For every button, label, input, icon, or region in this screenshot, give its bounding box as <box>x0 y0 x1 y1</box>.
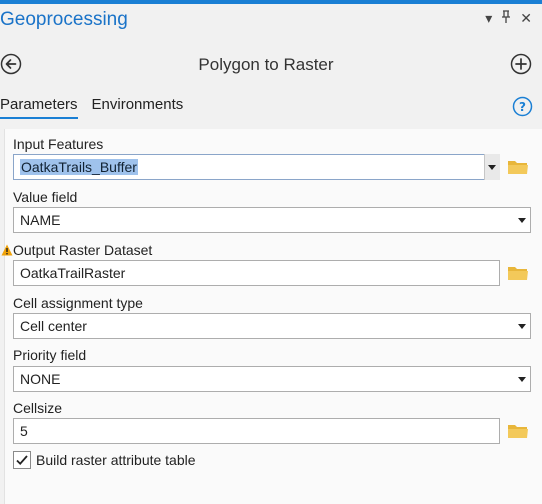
folder-icon[interactable] <box>507 422 529 440</box>
pane-menu-icon[interactable]: ▾ <box>485 11 492 25</box>
priority-field-select[interactable]: NONE <box>13 366 531 392</box>
value-field-select[interactable]: NAME <box>13 207 531 233</box>
input-features-value: OatkaTrails_Buffer <box>20 159 138 175</box>
input-features-dropdown-button[interactable] <box>484 154 500 180</box>
value-field-value: NAME <box>20 212 61 228</box>
build-rat-label: Build raster attribute table <box>36 452 196 468</box>
output-raster-value: OatkaTrailRaster <box>20 265 126 281</box>
priority-field-value: NONE <box>20 371 61 387</box>
cellsize-field[interactable]: 5 <box>13 418 500 444</box>
pin-icon[interactable] <box>501 10 511 25</box>
folder-icon[interactable] <box>507 158 529 176</box>
output-raster-field[interactable]: OatkaTrailRaster <box>13 260 500 286</box>
tab-bar: Parameters Environments <box>0 96 183 119</box>
pane-top-accent-line <box>0 0 542 4</box>
close-icon[interactable]: ✕ <box>520 11 532 25</box>
tool-title: Polygon to Raster <box>198 55 334 74</box>
add-button[interactable] <box>510 53 532 75</box>
pane-controls: ▾ ✕ <box>485 10 532 25</box>
tab-parameters[interactable]: Parameters <box>0 96 78 119</box>
chevron-down-icon <box>518 218 526 223</box>
warning-icon <box>1 244 13 256</box>
question-circle-icon: ? <box>512 96 533 117</box>
cell-assignment-label: Cell assignment type <box>13 295 143 311</box>
cellsize-value: 5 <box>20 423 28 439</box>
chevron-down-icon <box>518 324 526 329</box>
chevron-down-icon <box>518 377 526 382</box>
value-field-label: Value field <box>13 189 78 205</box>
cell-assignment-select[interactable]: Cell center <box>13 313 531 339</box>
plus-circle-icon <box>510 53 532 75</box>
build-rat-checkbox[interactable] <box>13 451 31 469</box>
tab-environments[interactable]: Environments <box>92 96 184 119</box>
input-features-field[interactable]: OatkaTrails_Buffer <box>13 154 500 180</box>
folder-icon[interactable] <box>507 264 529 282</box>
output-raster-label: Output Raster Dataset <box>13 242 153 258</box>
cell-assignment-value: Cell center <box>20 318 87 334</box>
checkmark-icon <box>16 455 28 466</box>
cellsize-label: Cellsize <box>13 400 63 416</box>
parameters-panel: Input Features OatkaTrails_Buffer Value … <box>1 129 542 504</box>
pane-title: Geoprocessing <box>0 9 128 30</box>
svg-text:?: ? <box>519 100 526 114</box>
help-button[interactable]: ? <box>512 96 533 117</box>
input-features-label: Input Features <box>13 136 104 152</box>
priority-field-label: Priority field <box>13 347 87 363</box>
chevron-down-icon <box>488 165 496 170</box>
